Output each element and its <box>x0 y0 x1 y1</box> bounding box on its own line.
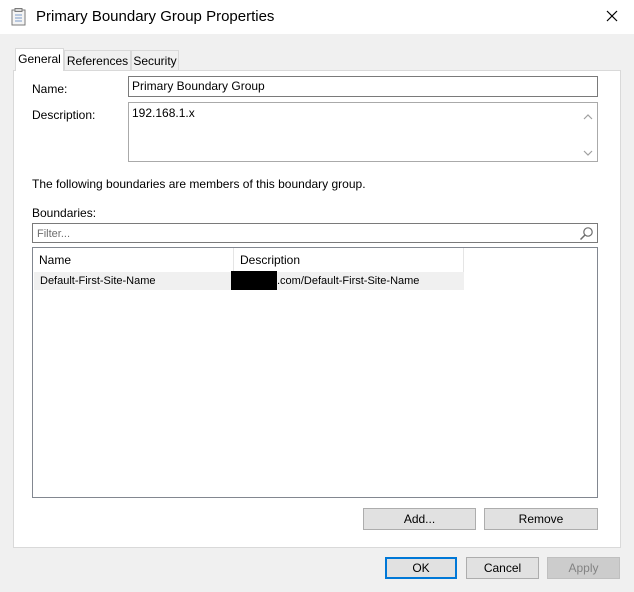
cancel-button-label: Cancel <box>483 561 522 575</box>
scroll-up-icon[interactable] <box>583 110 593 120</box>
cancel-button[interactable]: Cancel <box>466 557 539 579</box>
apply-button-label: Apply <box>568 561 599 575</box>
remove-button-label: Remove <box>518 512 564 526</box>
properties-sheet-icon <box>10 8 28 26</box>
tab-security-label: Security <box>133 54 177 68</box>
column-header-name[interactable]: Name <box>33 248 234 272</box>
name-field-value: Primary Boundary Group <box>132 79 265 93</box>
tab-references[interactable]: References <box>64 50 131 70</box>
ok-button-label: OK <box>412 561 430 575</box>
tab-security[interactable]: Security <box>131 50 179 70</box>
tab-general[interactable]: General <box>15 48 64 71</box>
ok-button[interactable]: OK <box>385 557 457 579</box>
search-icon[interactable] <box>579 226 594 244</box>
name-label: Name: <box>32 82 68 96</box>
column-header-description-label: Description <box>240 253 301 267</box>
remove-button[interactable]: Remove <box>484 508 598 530</box>
window-title: Primary Boundary Group Properties <box>36 8 275 25</box>
add-button-label: Add... <box>403 512 436 526</box>
members-description-text: The following boundaries are members of … <box>32 177 366 191</box>
tab-general-label: General <box>18 52 61 66</box>
column-header-description[interactable]: Description <box>234 248 464 272</box>
row-description-cell: .com/Default-First-Site-Name <box>277 275 420 287</box>
close-icon[interactable] <box>606 10 618 25</box>
row-name-cell: Default-First-Site-Name <box>40 275 156 287</box>
add-button[interactable]: Add... <box>363 508 476 530</box>
general-tab-panel: Name: Primary Boundary Group Description… <box>13 70 621 548</box>
tab-references-label: References <box>66 54 129 68</box>
filter-input[interactable]: Filter... <box>32 223 598 243</box>
close-button[interactable] <box>590 0 634 34</box>
filter-placeholder: Filter... <box>37 228 71 240</box>
column-header-name-label: Name <box>39 253 72 267</box>
description-field[interactable]: 192.168.1.x <box>128 102 598 162</box>
description-field-value: 192.168.1.x <box>132 106 195 120</box>
name-field[interactable]: Primary Boundary Group <box>128 76 598 97</box>
redaction-block <box>231 271 277 290</box>
boundaries-list[interactable]: Name Description Default-First-Site-Name… <box>32 247 598 498</box>
apply-button: Apply <box>547 557 620 579</box>
boundaries-label: Boundaries: <box>32 206 97 220</box>
title-bar: Primary Boundary Group Properties <box>0 0 634 34</box>
description-label: Description: <box>32 108 96 122</box>
scroll-down-icon[interactable] <box>583 146 593 156</box>
